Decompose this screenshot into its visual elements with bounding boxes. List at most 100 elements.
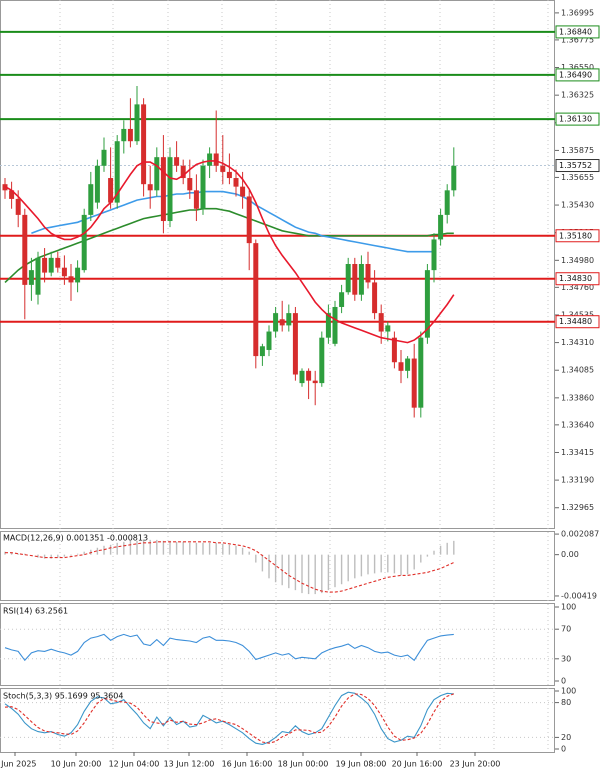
support-label: 1.35180 xyxy=(559,231,592,240)
x-tick-label: 10 Jun 20:00 xyxy=(51,760,102,769)
candle-body xyxy=(352,264,358,295)
candle-body xyxy=(108,178,114,203)
candle xyxy=(94,159,100,209)
candle-body xyxy=(35,257,41,295)
macd-tick-label: 0.00 xyxy=(561,550,579,559)
candle-body xyxy=(68,276,74,283)
candle-body xyxy=(418,337,424,408)
candle-body xyxy=(246,196,252,244)
rsi-tick-label: 30 xyxy=(561,654,571,663)
candle-body xyxy=(319,337,325,384)
candle xyxy=(253,239,259,369)
candle-body xyxy=(385,325,391,332)
y-tick-label: 1.33860 xyxy=(561,393,594,402)
rsi-tick-label: 70 xyxy=(561,625,571,634)
candle-body xyxy=(444,190,450,215)
rsi-label: RSI(14) 63.2561 xyxy=(3,607,68,616)
candle-body xyxy=(42,257,48,273)
candle-body xyxy=(61,267,67,277)
candle-body xyxy=(358,264,364,295)
candle-body xyxy=(220,165,226,172)
candle-body xyxy=(55,257,61,268)
x-tick-label: 9 Jun 2025 xyxy=(0,760,37,769)
candle xyxy=(200,159,206,215)
y-tick-label: 1.32965 xyxy=(561,503,594,512)
macd-label: MACD(12,26,9) 0.001351 -0.000813 xyxy=(3,534,148,543)
candle-body xyxy=(411,358,417,408)
candle-body xyxy=(365,264,371,283)
candle-body xyxy=(240,186,246,197)
candle-body xyxy=(372,282,378,314)
candle-body xyxy=(438,214,444,240)
candle xyxy=(81,208,87,273)
macd-tick-label: 0.002087 xyxy=(561,530,599,539)
x-tick-label: 16 Jun 16:00 xyxy=(222,760,273,769)
candle-body xyxy=(48,257,54,273)
x-tick-label: 18 Jun 00:00 xyxy=(278,760,329,769)
candle-body xyxy=(207,153,213,166)
candle-body xyxy=(28,270,34,285)
candle-body xyxy=(15,198,21,215)
candle-body xyxy=(286,313,292,326)
candle-body xyxy=(81,214,87,271)
y-tick-label: 1.35655 xyxy=(561,173,594,182)
candle xyxy=(352,257,358,301)
candle-body xyxy=(174,157,180,166)
chart-svg: 1.369951.367751.365501.363251.361001.358… xyxy=(0,0,600,775)
y-tick-label: 1.33640 xyxy=(561,420,594,429)
resistance-label: 1.36490 xyxy=(559,70,592,79)
y-tick-label: 1.33190 xyxy=(561,476,594,485)
candle-body xyxy=(187,178,193,191)
candle xyxy=(114,135,120,209)
candle-body xyxy=(213,153,219,166)
x-tick-label: 13 Jun 12:00 xyxy=(164,760,215,769)
candle-body xyxy=(312,380,318,384)
candle-body xyxy=(167,157,173,222)
candle-body xyxy=(398,362,404,371)
y-tick-label: 1.36325 xyxy=(561,91,594,100)
candle-body xyxy=(226,171,232,179)
y-tick-label: 1.34980 xyxy=(561,256,594,265)
candle-body xyxy=(141,104,147,185)
candle-body xyxy=(75,267,81,283)
candle-body xyxy=(253,243,259,357)
stoch-tick-label: 80 xyxy=(561,698,571,707)
candle xyxy=(292,306,298,381)
candle-body xyxy=(299,370,305,384)
candle xyxy=(332,300,338,347)
candle-body xyxy=(134,104,140,142)
candle-body xyxy=(273,313,279,332)
candle xyxy=(141,98,147,197)
candle-body xyxy=(147,184,153,191)
x-tick-label: 20 Jun 16:00 xyxy=(392,760,443,769)
candle-body xyxy=(121,128,127,142)
candle-body xyxy=(431,239,437,271)
candle-body xyxy=(193,190,199,209)
x-tick-label: 19 Jun 08:00 xyxy=(336,760,387,769)
candle-body xyxy=(345,264,351,293)
y-tick-label: 1.35430 xyxy=(561,201,594,210)
candle-body xyxy=(405,358,411,371)
rsi-tick-label: 100 xyxy=(561,603,576,612)
resistance-label: 1.36840 xyxy=(559,27,592,36)
stoch-tick-label: 20 xyxy=(561,733,571,742)
candle-body xyxy=(279,319,285,326)
candle-body xyxy=(88,184,94,215)
stoch-label: Stoch(5,3,3) 95.1699 95.3604 xyxy=(3,692,123,701)
y-tick-label: 1.33415 xyxy=(561,448,594,457)
candle-body xyxy=(339,292,345,307)
candle-body xyxy=(292,313,298,375)
candle xyxy=(418,331,424,418)
candle-body xyxy=(127,128,133,142)
resistance-label: 1.36130 xyxy=(559,115,592,124)
y-tick-label: 1.34085 xyxy=(561,366,594,375)
candle-body xyxy=(160,157,166,222)
chart-root: 1.369951.367751.365501.363251.361001.358… xyxy=(0,0,600,775)
candle-body xyxy=(266,331,272,350)
current-price-label: 1.35752 xyxy=(559,161,592,170)
rsi-tick-label: 0 xyxy=(561,677,566,686)
candle xyxy=(167,147,173,228)
x-tick-label: 23 Jun 20:00 xyxy=(450,760,501,769)
candle-body xyxy=(332,306,338,344)
y-tick-label: 1.35875 xyxy=(561,146,594,155)
